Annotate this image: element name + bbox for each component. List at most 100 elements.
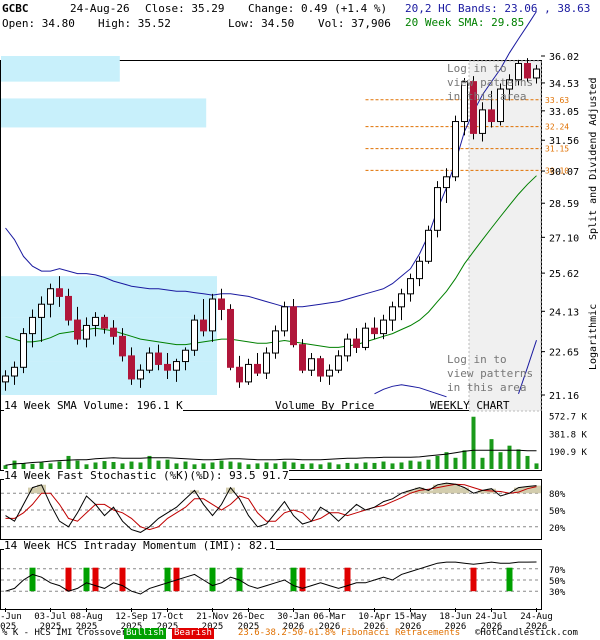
candle-body xyxy=(101,316,108,329)
candle-body xyxy=(326,369,333,377)
volume-bar xyxy=(399,462,404,469)
volume-bar xyxy=(12,460,17,469)
volume-bar xyxy=(372,462,377,469)
volume-bar xyxy=(291,462,296,469)
candle-body xyxy=(20,333,27,368)
log-scale-label: Logarithmic xyxy=(588,303,599,370)
candle-body xyxy=(398,293,405,308)
vbp-bar xyxy=(1,361,217,395)
sma-volume-title: 14 Week SMA Volume: 196.1 K xyxy=(4,399,183,412)
candle-body xyxy=(110,327,117,337)
candle-body xyxy=(227,308,234,368)
legend-bullish: Bullish xyxy=(124,628,166,639)
imi-crossover-bar xyxy=(164,567,171,592)
candle-body xyxy=(425,229,432,262)
volume-bar xyxy=(525,455,530,469)
candle-body xyxy=(299,344,306,371)
volume-bar xyxy=(129,461,134,469)
volume-bar xyxy=(408,460,413,469)
candle-body xyxy=(209,298,216,332)
imi-crossover-bar xyxy=(92,567,99,592)
volume-bar xyxy=(363,462,368,469)
vbp-bar xyxy=(1,98,207,128)
volume-bar xyxy=(228,461,233,469)
candle-body xyxy=(47,288,54,305)
volume-bar xyxy=(354,463,359,469)
candle-body xyxy=(146,352,153,371)
candle-body xyxy=(389,306,396,321)
candle-body xyxy=(443,176,450,189)
volume-bar xyxy=(102,461,107,469)
candle-body xyxy=(533,68,540,79)
price-tick: 22.65 xyxy=(549,348,579,359)
volume-bar xyxy=(282,461,287,469)
volume-bar xyxy=(156,460,161,469)
chart-root: { "header": { "symbol": "GCBC", "date": … xyxy=(0,0,600,640)
volume-bar xyxy=(75,460,80,469)
price-tick: 27.10 xyxy=(549,233,579,244)
volume-bar xyxy=(183,461,188,469)
watermark-line: in this area xyxy=(447,90,527,103)
candle-body xyxy=(479,109,486,134)
candle-body xyxy=(380,319,387,335)
stoch-tick: 80% xyxy=(549,490,566,500)
imi-crossover-bar xyxy=(119,567,126,592)
legend-prefix: % K - HCS IMI Crossover: xyxy=(2,628,133,638)
volume-bar xyxy=(219,460,224,469)
candle-body xyxy=(488,109,495,123)
volume-bar xyxy=(498,452,503,469)
imi-tick: 70% xyxy=(549,566,566,576)
price-tick: 33.05 xyxy=(549,107,579,118)
candle-body xyxy=(434,187,441,231)
candle-body xyxy=(119,335,126,357)
candle-body xyxy=(11,366,18,377)
stochastic-title: 14 Week Fast Stochastic (%K)(%D): 93.5 9… xyxy=(4,469,289,482)
copyright[interactable]: ©HotCandlestick.com xyxy=(475,628,578,639)
imi-crossover-bar xyxy=(29,567,36,592)
candle-body xyxy=(263,352,270,374)
watermark-line: Log in to xyxy=(447,62,507,75)
candle-body xyxy=(65,295,72,321)
price-tick: 21.16 xyxy=(549,391,579,402)
price-tick: 24.13 xyxy=(549,307,579,318)
split-adjusted-label: Split and Dividend Adjusted xyxy=(588,77,599,240)
volume-bar xyxy=(516,449,521,469)
stoch-tick: 50% xyxy=(549,507,566,517)
candle-body xyxy=(290,306,297,346)
vbp-bar xyxy=(1,56,120,82)
candle-body xyxy=(83,324,90,340)
imi-crossover-bar xyxy=(65,567,72,592)
candle-body xyxy=(407,278,414,295)
volume-bar xyxy=(309,463,314,469)
watermark-line: Log in to xyxy=(447,353,507,366)
fib-label: 33.63 xyxy=(545,96,569,105)
imi-tick: 30% xyxy=(549,588,566,598)
weekly-chart-title: WEEKLY CHART xyxy=(430,399,510,412)
pattern-watermark-bottom[interactable]: Log in to view patterns in this area xyxy=(447,353,533,395)
volume-bar xyxy=(426,459,431,469)
candle-body xyxy=(317,358,324,377)
imi-crossover-bar xyxy=(290,567,297,592)
volume-tick: 572.7 K xyxy=(549,413,588,423)
volume-bar xyxy=(417,461,422,469)
candle-body xyxy=(254,363,261,374)
candle-body xyxy=(218,298,225,310)
pattern-watermark-top[interactable]: Log in to view patterns in this area xyxy=(447,62,533,104)
price-tick: 25.62 xyxy=(549,269,579,280)
volume-bar xyxy=(534,463,539,469)
fib-label: 32.24 xyxy=(545,123,569,132)
volume-bar xyxy=(480,457,485,469)
vbp-bar xyxy=(1,276,217,318)
candle-body xyxy=(236,366,243,383)
volume-bar xyxy=(336,464,341,469)
volume-bar xyxy=(300,463,305,469)
candle-body xyxy=(281,306,288,332)
watermark-line: view patterns xyxy=(447,367,534,380)
volume-bar xyxy=(489,439,494,469)
candle-body xyxy=(272,330,279,354)
volume-bar xyxy=(507,445,512,469)
candle-body xyxy=(371,327,378,335)
candle-body xyxy=(29,316,36,335)
imi-crossover-bar xyxy=(506,567,513,592)
price-tick: 34.53 xyxy=(549,79,579,90)
